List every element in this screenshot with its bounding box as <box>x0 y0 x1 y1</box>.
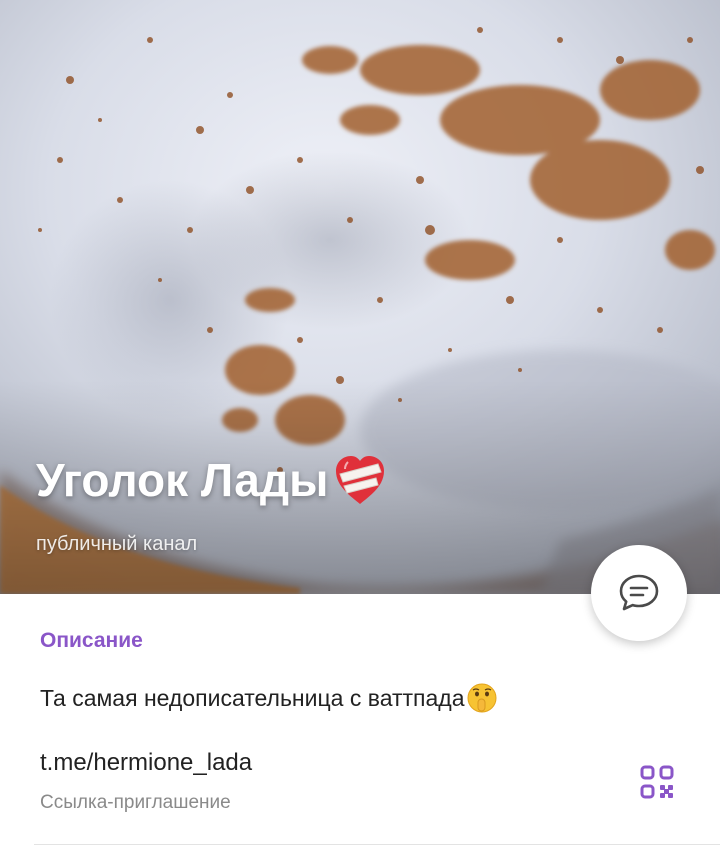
qr-code-icon <box>640 765 674 799</box>
open-chat-button[interactable] <box>591 545 687 641</box>
description-section-label: Описание <box>40 629 143 652</box>
channel-title: Уголок Лады <box>36 452 390 508</box>
invite-link[interactable]: t.me/hermione_lada <box>40 749 252 777</box>
invite-link-caption: Ссылка-приглашение <box>40 792 231 813</box>
channel-profile-screen: Уголок Лады публичный канал Описание Та … <box>0 0 720 858</box>
channel-info-panel: Описание Та самая недописательница с ват… <box>0 594 720 858</box>
qr-code-button[interactable] <box>637 762 677 802</box>
channel-cover-photo: Уголок Лады публичный канал <box>0 0 720 594</box>
divider <box>34 844 720 845</box>
channel-description-text: Та самая недописательница с ваттпада <box>40 684 465 711</box>
mending-heart-icon <box>330 452 390 508</box>
shushing-face-icon <box>466 682 498 714</box>
channel-description: Та самая недописательница с ваттпада <box>40 682 498 714</box>
channel-title-text: Уголок Лады <box>36 454 329 506</box>
chat-bubble-icon <box>619 574 659 611</box>
channel-type-label: публичный канал <box>36 533 198 555</box>
